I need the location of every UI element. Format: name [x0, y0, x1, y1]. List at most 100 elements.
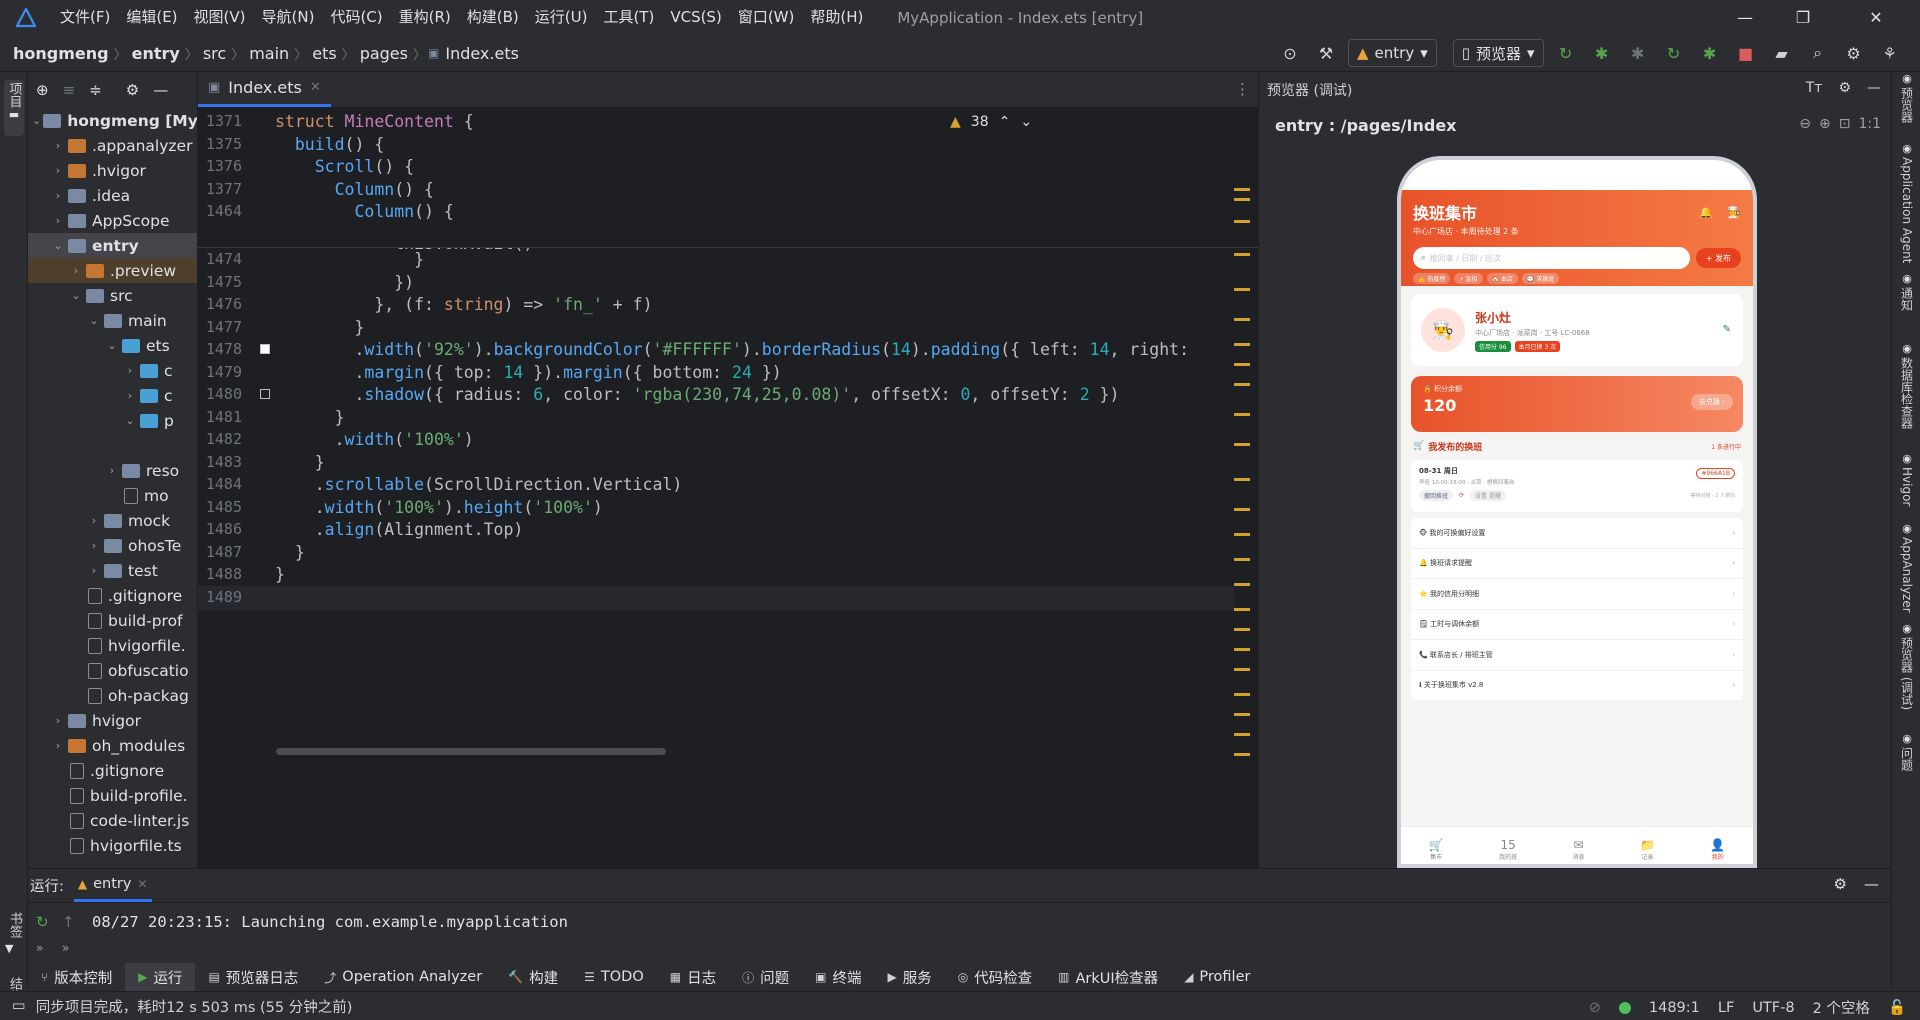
search-icon[interactable]: ⌕	[1804, 39, 1832, 67]
chevron-down-icon[interactable]: ⌄	[68, 289, 84, 302]
zoom-out-icon[interactable]: ⊖	[1799, 116, 1811, 132]
maximize-button[interactable]: ❐	[1774, 0, 1832, 35]
bottom-tool-button[interactable]: 🔨 构建	[495, 963, 571, 991]
right-tool-button[interactable]: ◉ Hvigor	[1897, 452, 1917, 506]
right-tool-button[interactable]: ◉ 预览器	[1897, 72, 1917, 123]
rerun-icon[interactable]: ↻	[36, 913, 49, 931]
right-tool-button[interactable]: ◉ 数据库检查器	[1897, 342, 1917, 429]
points-card[interactable]: 🔒 积分余额 120 去兑换 ›	[1411, 376, 1743, 432]
warning-marker[interactable]	[1234, 558, 1250, 561]
close-window-button[interactable]: ✕	[1832, 0, 1920, 35]
hide-icon[interactable]: —	[1864, 875, 1879, 893]
bottom-tool-button[interactable]: ⑂ 版本控制	[28, 963, 125, 991]
warning-marker[interactable]	[1234, 628, 1250, 631]
device-select[interactable]: ▯ 预览器 ▾	[1452, 39, 1544, 67]
device-manager-icon[interactable]: ▰	[1768, 39, 1796, 67]
tree-item[interactable]: ⌄ ets	[28, 333, 197, 358]
tree-item[interactable]: ⌄ p	[28, 408, 197, 433]
settings-list-item[interactable]: ⭐ 我的信用分明细 ›	[1411, 579, 1743, 610]
chevron-right-icon[interactable]: ›	[86, 514, 102, 527]
gear-icon[interactable]: ⚙	[1838, 80, 1851, 96]
chevron-right-icon[interactable]: ›	[86, 564, 102, 577]
minimize-button[interactable]: —	[1716, 0, 1774, 35]
settings-list-item[interactable]: 📞 联系店长 / 排班主管 ›	[1411, 640, 1743, 671]
settings-list-item[interactable]: 🗒 工时与调休余额 ›	[1411, 610, 1743, 640]
bottom-tool-button[interactable]: ▣ 终端	[802, 963, 874, 991]
horizontal-scrollbar[interactable]	[276, 748, 666, 755]
chevron-right-icon[interactable]: ›	[122, 389, 138, 402]
filter-chip[interactable]: 🏠 本店	[1486, 273, 1518, 284]
chevron-right-icon[interactable]: ›	[50, 214, 66, 227]
chevron-right-icon[interactable]: ›	[50, 739, 66, 752]
bottom-tool-button[interactable]: ▶ 服务	[874, 963, 944, 991]
bottom-tool-button[interactable]: ▥ ArkUI检查器	[1045, 963, 1171, 991]
chevron-right-icon[interactable]: ›	[50, 164, 66, 177]
warning-marker[interactable]	[1234, 583, 1250, 586]
menu-item[interactable]: 代码(C)	[322, 0, 390, 35]
chevron-right-icon[interactable]: ›	[104, 464, 120, 477]
breadcrumb-item[interactable]: src	[200, 44, 229, 63]
warning-marker[interactable]	[1234, 733, 1250, 736]
line-separator[interactable]: LF	[1718, 1000, 1734, 1016]
attach-icon[interactable]: ✱	[1624, 39, 1652, 67]
debug-icon[interactable]: ✱	[1588, 39, 1616, 67]
filter-chip[interactable]: 👍 热度榜	[1413, 273, 1451, 284]
tree-item[interactable]: › .preview	[28, 258, 197, 283]
warning-marker[interactable]	[1234, 318, 1250, 321]
bottom-tool-button[interactable]: ▦ 日志	[657, 963, 729, 991]
warning-marker[interactable]	[1234, 198, 1250, 201]
more-icon[interactable]: »	[36, 941, 43, 955]
font-size-icon[interactable]: Tт	[1806, 80, 1823, 96]
warning-marker[interactable]	[1234, 753, 1250, 756]
breadcrumb-item[interactable]: ets	[309, 44, 339, 63]
tree-item[interactable]: ⌄ main	[28, 308, 197, 333]
right-tool-button[interactable]: ◉ 问题	[1897, 732, 1917, 771]
layout-icon[interactable]: ▭	[12, 998, 26, 1014]
file-encoding[interactable]: UTF-8	[1752, 1000, 1794, 1016]
chef-icon[interactable]: 👨‍🍳	[1727, 206, 1741, 219]
app-tab-item[interactable]: 👤 我的	[1710, 838, 1725, 861]
tree-item[interactable]: code-linter.js	[28, 808, 197, 833]
settings-icon[interactable]: ⚙	[1840, 39, 1868, 67]
tree-item[interactable]: › oh_modules	[28, 733, 197, 758]
bottom-tool-button[interactable]: ▶ 运行	[125, 963, 196, 991]
more-icon[interactable]: »	[62, 941, 69, 955]
zoom-level[interactable]: 1:1	[1858, 116, 1881, 132]
breadcrumb-item[interactable]: entry	[129, 44, 183, 63]
apply-changes-icon[interactable]: ↻	[1660, 39, 1688, 67]
filter-chip[interactable]: ⚡ 急招	[1454, 273, 1483, 284]
right-tool-button[interactable]: ◉ AppAnalyzer	[1897, 522, 1917, 613]
tree-item[interactable]: › hvigor	[28, 708, 197, 733]
warning-marker[interactable]	[1234, 693, 1250, 696]
warning-marker[interactable]	[1234, 478, 1250, 481]
color-swatch-icon[interactable]	[260, 344, 270, 354]
bookmarks-tool-button[interactable]: 书签 ▼	[5, 912, 24, 955]
tree-item[interactable]: mo	[28, 483, 197, 508]
tree-item[interactable]: › mock	[28, 508, 197, 533]
menu-item[interactable]: 视图(V)	[186, 0, 254, 35]
no-sync-icon[interactable]: ⊘	[1589, 1000, 1601, 1016]
run-config-select[interactable]: ▲ entry ▾	[1348, 39, 1437, 67]
indent-setting[interactable]: 2 个空格	[1813, 997, 1870, 1018]
tree-item[interactable]: build-profile.	[28, 783, 197, 808]
warning-marker[interactable]	[1234, 608, 1250, 611]
warning-marker[interactable]	[1234, 413, 1250, 416]
redeem-button[interactable]: 去兑换 ›	[1690, 394, 1733, 410]
tree-item[interactable]: › AppScope	[28, 208, 197, 233]
tree-item[interactable]: ⌄ entry	[28, 233, 197, 258]
menu-item[interactable]: 导航(N)	[254, 0, 323, 35]
collapse-icon[interactable]: ≡	[63, 81, 76, 99]
close-tab-icon[interactable]: ✕	[137, 877, 147, 891]
menu-item[interactable]: 工具(T)	[595, 0, 662, 35]
tree-item[interactable]: › reso	[28, 458, 197, 483]
app-tab-item[interactable]: ✉ 消息	[1573, 838, 1585, 861]
warning-marker[interactable]	[1234, 343, 1250, 346]
chevron-right-icon[interactable]: ›	[86, 539, 102, 552]
menu-item[interactable]: 运行(U)	[527, 0, 596, 35]
menu-item[interactable]: VCS(S)	[662, 0, 729, 35]
menu-item[interactable]: 构建(B)	[459, 0, 527, 35]
tree-item[interactable]: › .appanalyzer	[28, 133, 197, 158]
chevron-down-icon[interactable]: ⌄	[32, 114, 41, 127]
assistant-icon[interactable]: ⚘	[1876, 39, 1904, 67]
tree-item[interactable]: build-prof	[28, 608, 197, 633]
